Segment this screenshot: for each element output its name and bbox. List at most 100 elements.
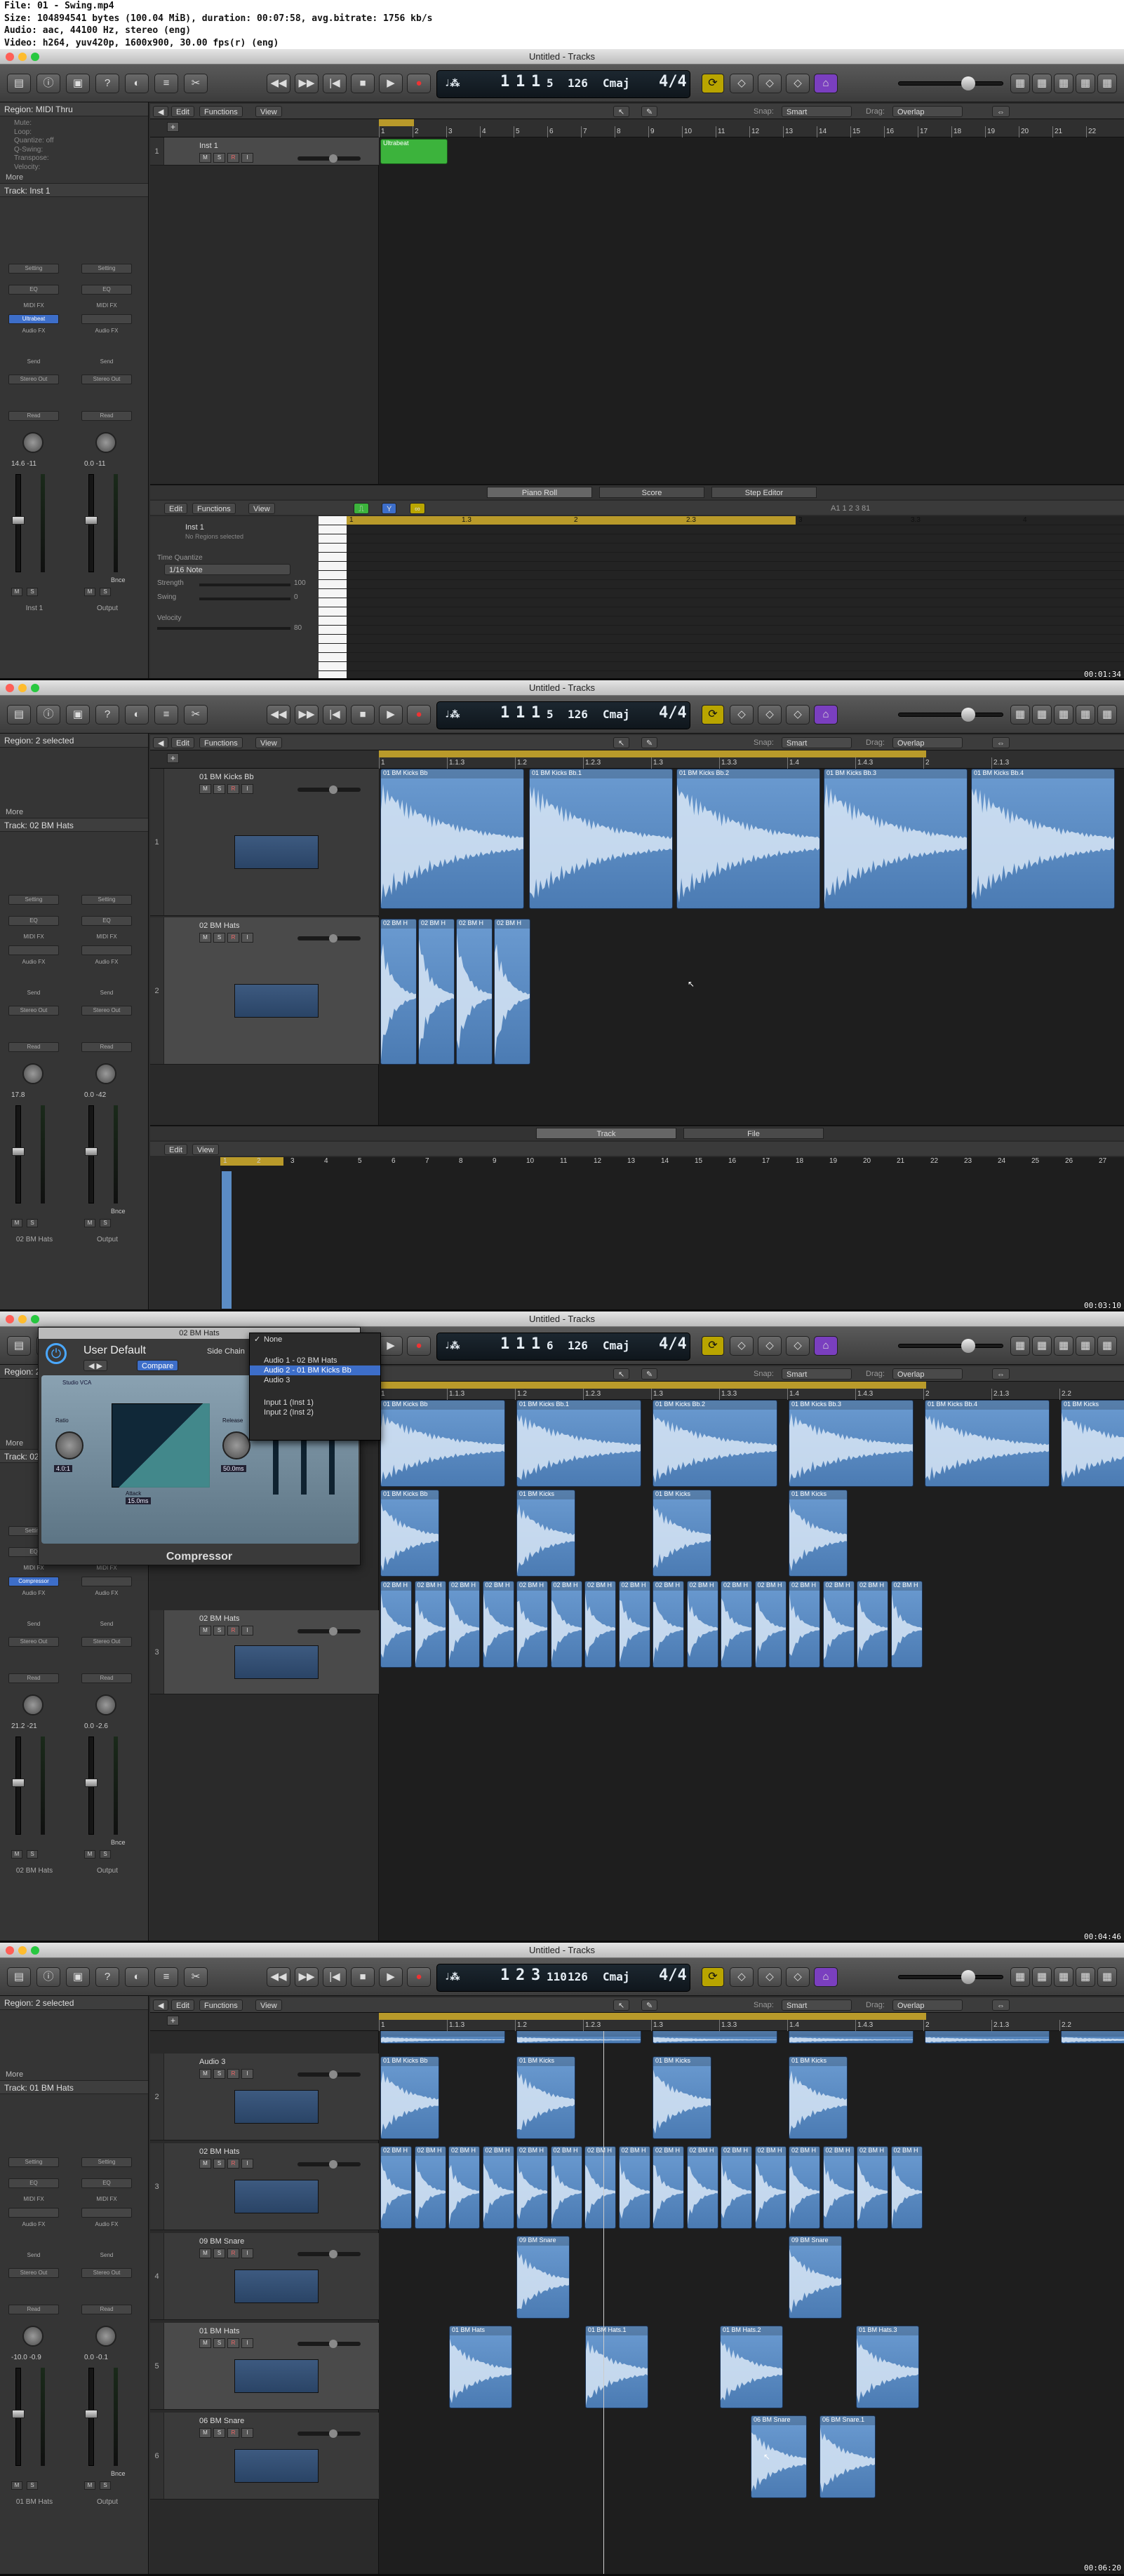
mute-button[interactable]: M xyxy=(199,784,211,794)
output-slot[interactable]: Stereo Out xyxy=(8,375,59,384)
mixer-icon[interactable]: ≡ xyxy=(154,74,178,93)
replace-icon[interactable]: ◇ xyxy=(730,705,754,724)
smart-controls-icon[interactable]: ◐ xyxy=(125,1967,149,1987)
loop-browser-icon[interactable]: ▦ xyxy=(1054,1967,1073,1987)
mute-button[interactable]: M xyxy=(84,588,95,596)
record-icon[interactable]: ● xyxy=(407,705,431,724)
tracks-area[interactable]: 01 BM Kicks Bb 01 BM Kicks 01 BM Kicks 01 B… xyxy=(379,2031,1124,2574)
fader-cap[interactable] xyxy=(12,1147,25,1156)
side-chain-option[interactable]: Input 1 (Inst 1) xyxy=(250,1398,380,1408)
setting-button[interactable]: Setting xyxy=(81,2157,132,2167)
audio-region[interactable]: 02 BM H xyxy=(822,1581,855,1668)
track-header[interactable]: 3 02 BM Hats M S R I xyxy=(150,1610,379,1694)
drag-select[interactable]: Overlap xyxy=(892,2000,963,2011)
zoom-icon[interactable]: ⇔ xyxy=(992,2000,1010,2011)
audio-region[interactable]: 01 BM Kicks Bb.3 xyxy=(789,1400,914,1487)
audio-region[interactable] xyxy=(925,2031,1050,2044)
editor-tab[interactable]: File xyxy=(683,1128,824,1139)
audio-region[interactable]: 01 BM Kicks xyxy=(516,1490,575,1577)
mute-button[interactable]: M xyxy=(199,2338,211,2348)
editor-tab[interactable]: Score xyxy=(599,487,704,498)
solo-button[interactable]: S xyxy=(213,784,225,794)
solo-button[interactable]: S xyxy=(213,2248,225,2258)
side-chain-option[interactable]: None xyxy=(250,1335,380,1344)
drag-select[interactable]: Overlap xyxy=(892,737,963,748)
audio-region[interactable]: 02 BM H xyxy=(721,2146,752,2229)
audio-region[interactable]: 02 BM H xyxy=(494,919,530,1065)
pencil-tool-icon[interactable]: ✎ xyxy=(641,106,658,117)
zoom-button[interactable] xyxy=(31,53,39,61)
audio-region[interactable]: 06 BM Snare.1 xyxy=(819,2415,876,2498)
snap-select[interactable]: Smart xyxy=(782,1368,852,1380)
pencil-tool-icon[interactable]: ✎ xyxy=(641,1368,658,1380)
back-arrow-icon[interactable]: ◀ xyxy=(153,2000,169,2011)
input-monitor-button[interactable]: I xyxy=(241,1626,253,1636)
side-chain-option[interactable]: Audio 3 xyxy=(250,1375,380,1385)
record-icon[interactable]: ● xyxy=(407,1967,431,1987)
track-header[interactable]: 3 02 BM Hats M S R I xyxy=(150,2143,379,2230)
input-monitor-button[interactable]: I xyxy=(241,2338,253,2348)
audio-region[interactable]: 02 BM H xyxy=(380,1581,412,1668)
cycle-range[interactable] xyxy=(379,1382,926,1389)
audio-region[interactable] xyxy=(516,2031,641,2044)
audio-region[interactable]: 01 BM Kicks xyxy=(789,2056,848,2139)
track-header[interactable]: 6 06 BM Snare M S R I xyxy=(150,2413,379,2500)
more-disclosure[interactable]: More xyxy=(0,2069,148,2080)
smart-controls-icon[interactable]: ◐ xyxy=(125,74,149,93)
view-menu[interactable]: View xyxy=(192,1144,219,1155)
tuner-icon[interactable]: ◇ xyxy=(758,74,782,93)
audio-region[interactable]: 02 BM H xyxy=(890,2146,923,2229)
eq-button[interactable]: EQ xyxy=(81,285,132,295)
audio-region[interactable]: 02 BM H xyxy=(686,1581,718,1668)
rewind-icon[interactable]: ◀◀ xyxy=(267,74,290,93)
audio-region[interactable]: 02 BM H xyxy=(822,2146,855,2229)
record-enable-button[interactable]: R xyxy=(227,2069,239,2079)
piano-roll-grid[interactable]: 1 1.3 2 2.3 3 3.3 4 xyxy=(347,516,1124,680)
play-icon[interactable]: ▶ xyxy=(379,1967,403,1987)
fader-cap[interactable] xyxy=(85,1779,98,1787)
solo-button[interactable]: S xyxy=(27,2481,38,2490)
mute-button[interactable]: M xyxy=(199,2069,211,2079)
region-property[interactable]: Loop: xyxy=(14,128,148,137)
snap-select[interactable]: Smart xyxy=(782,106,852,117)
timeline-ruler[interactable]: 1 2 3 4 5 6 7 8 9 10 11 12 13 14 15 16 17 18 19 20 21 22 xyxy=(150,119,1124,137)
editor-tab[interactable]: Step Editor xyxy=(711,487,817,498)
insert-slot[interactable] xyxy=(81,1577,132,1586)
audio-region[interactable] xyxy=(1061,2031,1124,2044)
metronome-icon[interactable]: ⌂ xyxy=(814,705,838,724)
audio-region[interactable]: 01 BM Kicks Bb.2 xyxy=(653,1400,777,1487)
record-enable-button[interactable]: R xyxy=(227,2248,239,2258)
output-slot[interactable]: Stereo Out xyxy=(8,1637,59,1647)
more-disclosure[interactable]: More xyxy=(0,807,148,818)
strength-slider[interactable] xyxy=(199,584,290,586)
audio-region[interactable]: 02 BM H xyxy=(618,2146,650,2229)
insert-slot[interactable] xyxy=(8,945,59,955)
mute-button[interactable]: M xyxy=(11,588,22,596)
library-icon[interactable]: ▤ xyxy=(7,1336,31,1356)
midi-region[interactable]: Ultrabeat xyxy=(380,139,448,164)
minimize-button[interactable] xyxy=(18,1315,27,1323)
eq-button[interactable]: EQ xyxy=(81,916,132,926)
to-start-icon[interactable]: |◀ xyxy=(323,705,347,724)
track-volume-knob[interactable] xyxy=(329,2429,337,2438)
audio-region[interactable]: 01 BM Kicks xyxy=(1061,1400,1124,1487)
tuner-icon[interactable]: ◇ xyxy=(758,705,782,724)
functions-menu[interactable]: Functions xyxy=(199,2000,243,2011)
replace-icon[interactable]: ◇ xyxy=(730,1336,754,1356)
solo-button[interactable]: S xyxy=(27,1219,38,1227)
replace-icon[interactable]: ◇ xyxy=(730,1967,754,1987)
pencil-tool-icon[interactable]: ✎ xyxy=(641,2000,658,2011)
track-volume-knob[interactable] xyxy=(329,2250,337,2258)
record-enable-button[interactable]: R xyxy=(227,2338,239,2348)
list-editors-icon[interactable]: ▦ xyxy=(1010,1336,1030,1356)
list-editors-icon[interactable]: ▦ xyxy=(1010,74,1030,93)
solo-button[interactable]: S xyxy=(213,2159,225,2169)
solo-icon[interactable]: ◇ xyxy=(786,1967,810,1987)
fader-cap[interactable] xyxy=(12,516,25,525)
close-button[interactable] xyxy=(6,684,14,692)
audio-region[interactable] xyxy=(380,2031,505,2044)
mute-button[interactable]: M xyxy=(199,933,211,943)
drag-select[interactable]: Overlap xyxy=(892,1368,963,1380)
eq-button[interactable]: EQ xyxy=(8,285,59,295)
track-name[interactable]: Inst 1 xyxy=(199,142,218,150)
